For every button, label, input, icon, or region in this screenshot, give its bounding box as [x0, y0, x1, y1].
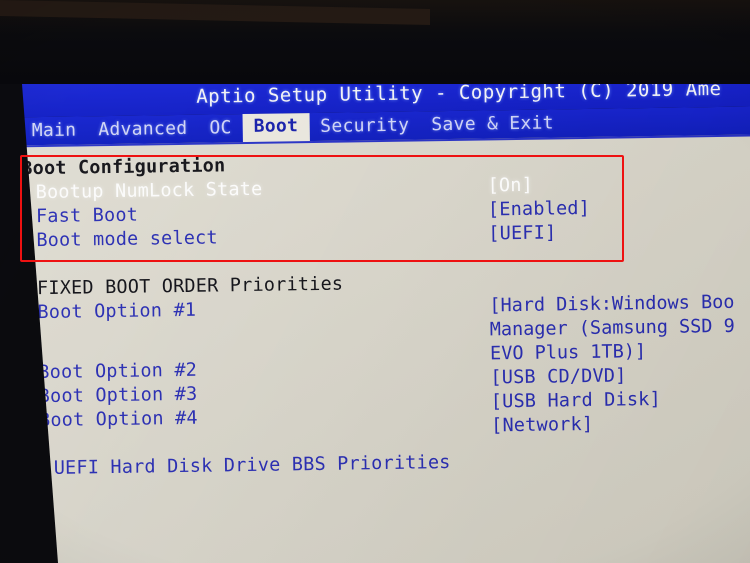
submenu-label-uefi-hard-disk-drive-bbs-priorities: UEFI Hard Disk Drive BBS Priorities [53, 452, 451, 479]
monitor-screen: Aptio Setup Utility - Copyright (C) 2019… [0, 72, 750, 563]
boot-option-1-value-line-3: EVO Plus 1TB)] [489, 341, 647, 365]
setting-value-boot-mode-select[interactable]: [UEFI] [488, 221, 556, 246]
setting-value-boot-option-2[interactable]: [USB CD/DVD] [490, 364, 626, 390]
section-header-fixed-boot-order: FIXED BOOT ORDER Priorities [36, 273, 344, 300]
section-header-boot-configuration: Boot Configuration [21, 155, 226, 180]
tab-boot[interactable]: Boot [242, 112, 310, 143]
boot-option-1-value-line-2: Manager (Samsung SSD 9 [489, 315, 735, 341]
setting-label-boot-option-4[interactable]: Boot Option #4 [39, 407, 198, 433]
tab-main[interactable]: Main [21, 117, 88, 145]
setting-label-boot-option-1[interactable]: Boot Option #1 [37, 299, 196, 325]
setting-label-bootup-numlock-state[interactable]: Bootup NumLock State [35, 178, 263, 205]
setting-value-bootup-numlock-state[interactable]: [On] [487, 174, 533, 199]
setting-value-boot-option-3[interactable]: [USB Hard Disk] [491, 388, 661, 415]
setting-label-boot-option-2[interactable]: Boot Option #2 [38, 359, 197, 385]
setting-value-boot-option-1[interactable]: [Hard Disk:Windows Boo Manager (Samsung … [489, 290, 750, 366]
bios-setup-photo: Aptio Setup Utility - Copyright (C) 2019… [0, 0, 750, 563]
tab-oc[interactable]: OC [198, 115, 243, 143]
setting-label-boot-mode-select[interactable]: Boot mode select [36, 226, 218, 253]
setting-value-boot-option-4[interactable]: [Network] [491, 413, 593, 439]
submenu-uefi-hard-disk-drive-bbs-priorities[interactable]: UEFI Hard Disk Drive BBS Priorities [0, 446, 750, 482]
content-panel: Boot Configuration Bootup NumLock State … [0, 134, 750, 563]
setting-label-boot-option-3[interactable]: Boot Option #3 [39, 383, 198, 409]
tab-advanced[interactable]: Advanced [87, 115, 198, 144]
setting-label-fast-boot[interactable]: Fast Boot [36, 204, 138, 230]
tab-security[interactable]: Security [309, 112, 420, 141]
setting-value-fast-boot[interactable]: [Enabled] [488, 197, 590, 223]
tab-save-and-exit[interactable]: Save & Exit [420, 110, 565, 139]
